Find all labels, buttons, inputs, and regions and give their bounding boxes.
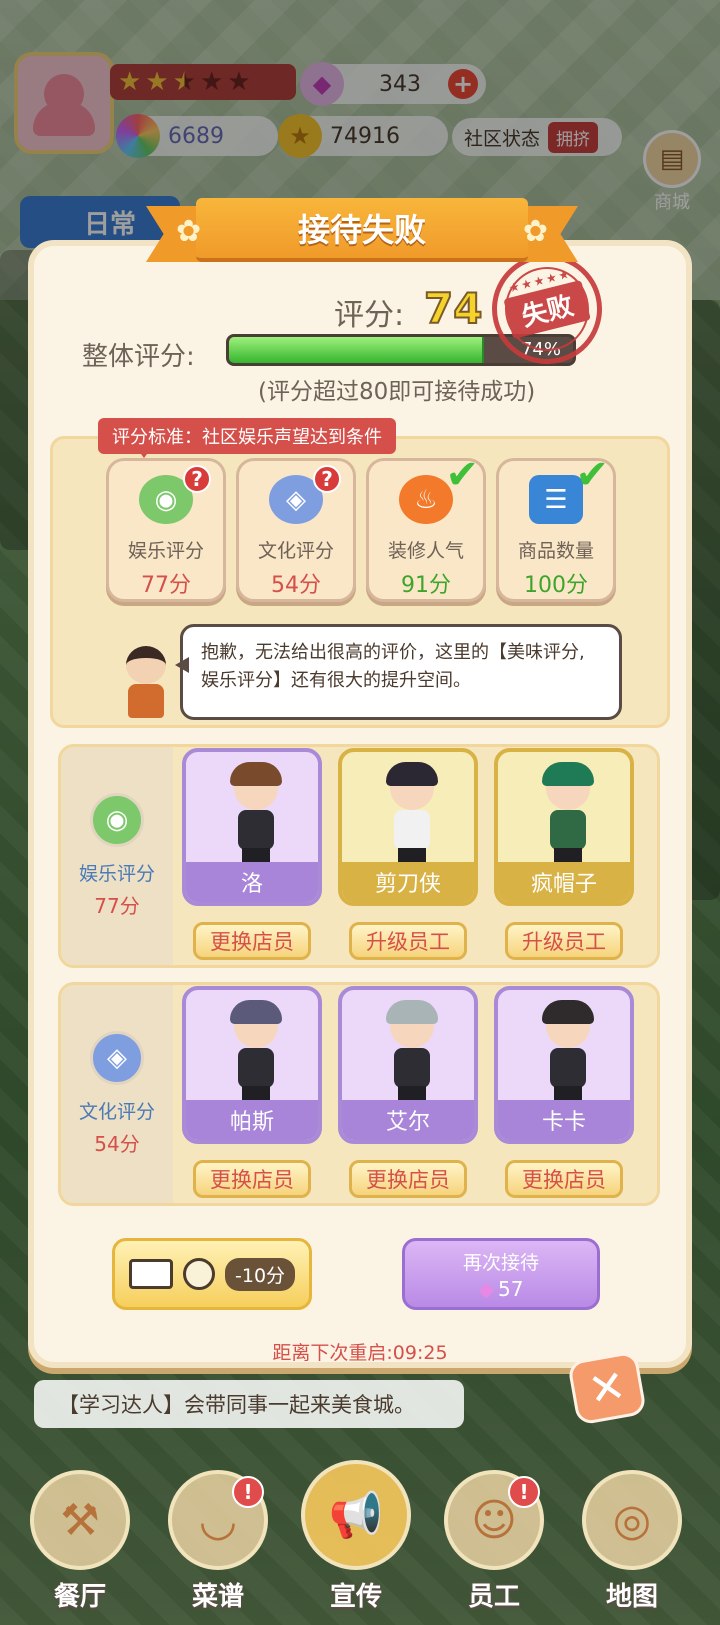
critic-speech-bubble: 抱歉，无法给出很高的评价，这里的【美味评分,娱乐评分】还有很大的提升空间。	[175, 624, 622, 720]
staff-avatar	[386, 1000, 438, 1102]
criteria-card-decoration[interactable]: ♨ 装修人气 91分 ✔	[366, 452, 486, 602]
criteria-points: 77分	[141, 573, 191, 598]
score-label: 评分:	[334, 298, 405, 333]
utensils-icon: ✿	[176, 214, 202, 249]
checkmark-icon: ✔	[445, 452, 479, 498]
critic-character	[118, 646, 174, 726]
graduation-cap-icon: ◈	[90, 1031, 144, 1085]
dialog-title: 接待失败	[297, 211, 426, 249]
gem-icon: ◆	[478, 1276, 494, 1301]
staff-card[interactable]: 剪刀侠	[338, 748, 478, 906]
video-icon	[129, 1259, 173, 1289]
question-icon[interactable]: ?	[313, 465, 341, 493]
criteria-card-products[interactable]: ☰ 商品数量 100分 ✔	[496, 452, 616, 602]
gamepad-icon: ◉	[90, 793, 144, 847]
criteria-name: 商品数量	[517, 540, 594, 562]
staff-avatar	[230, 1000, 282, 1102]
bottom-nav: ⚒ 餐厅 ◡ ! 菜谱 📢 宣传 ☺ ! 员工 ◎ 地图	[0, 1460, 720, 1625]
staff-card[interactable]: 艾尔	[338, 986, 478, 1144]
restaurant-icon: ⚒	[30, 1470, 130, 1570]
nav-label: 餐厅	[53, 1582, 106, 1612]
map-icon: ◎	[582, 1470, 682, 1570]
criteria-points: 91分	[401, 573, 451, 598]
pass-hint: (评分超过80即可接待成功)	[258, 379, 536, 405]
nav-staff[interactable]: ☺ ! 员工	[434, 1470, 554, 1625]
close-button[interactable]: ✕	[566, 1350, 648, 1426]
nav-label: 宣传	[329, 1582, 382, 1612]
staff-avatar	[542, 1000, 594, 1102]
retry-label: 再次接待	[462, 1251, 539, 1274]
nav-label: 员工	[467, 1582, 520, 1612]
criteria-points: 100分	[524, 573, 588, 598]
overall-score-label: 整体评分:	[82, 342, 195, 372]
stopwatch-icon	[183, 1258, 215, 1290]
overall-score-fill	[229, 337, 484, 363]
criteria-tooltip: 评分标准：社区娱乐声望达到条件	[98, 418, 396, 458]
time-reduction: -10分	[225, 1257, 296, 1291]
group-header: ◈ 文化评分 54分	[61, 985, 173, 1203]
group-name: 娱乐评分	[78, 863, 155, 885]
group-points: 77分	[94, 894, 140, 918]
nav-restaurant[interactable]: ⚒ 餐厅	[20, 1470, 140, 1625]
close-icon: ✕	[584, 1359, 630, 1417]
retry-cost: 57	[497, 1276, 524, 1301]
alert-icon: !	[508, 1476, 540, 1508]
watch-ad-button[interactable]: -10分	[112, 1238, 312, 1310]
replace-staff-button[interactable]: 更换店员	[349, 1160, 467, 1198]
score-value: 74	[423, 283, 483, 334]
criteria-name: 文化评分	[257, 540, 334, 562]
upgrade-staff-button[interactable]: 升级员工	[349, 922, 467, 960]
utensils-icon: ✿	[522, 214, 548, 249]
question-icon[interactable]: ?	[183, 465, 211, 493]
group-header: ◉ 娱乐评分 77分	[61, 747, 173, 965]
group-name: 文化评分	[78, 1101, 155, 1123]
staff-name: 帕斯	[186, 1100, 318, 1140]
replace-staff-button[interactable]: 更换店员	[193, 1160, 311, 1198]
staff-avatar	[386, 762, 438, 864]
criteria-name: 装修人气	[387, 540, 464, 562]
criteria-points: 54分	[271, 573, 321, 598]
news-ticker: 【学习达人】会带同事一起来美食城。	[34, 1380, 464, 1428]
staff-name: 艾尔	[342, 1100, 474, 1140]
staff-avatar	[542, 762, 594, 864]
replace-staff-button[interactable]: 更换店员	[193, 922, 311, 960]
nav-label: 地图	[605, 1582, 658, 1612]
criteria-name: 娱乐评分	[127, 540, 204, 562]
staff-name: 洛	[186, 862, 318, 902]
staff-name: 疯帽子	[498, 862, 630, 902]
retry-reception-button[interactable]: 再次接待 ◆ 57	[402, 1238, 600, 1310]
nav-recipes[interactable]: ◡ ! 菜谱	[158, 1470, 278, 1625]
nav-promotion[interactable]: 📢 宣传	[296, 1460, 416, 1625]
criteria-card-entertainment[interactable]: ◉ 娱乐评分 77分 ?	[106, 458, 226, 602]
replace-staff-button[interactable]: 更换店员	[505, 1160, 623, 1198]
staff-name: 卡卡	[498, 1100, 630, 1140]
staff-avatar	[230, 762, 282, 864]
upgrade-staff-button[interactable]: 升级员工	[505, 922, 623, 960]
dialog-title-ribbon: 接待失败 ✿ ✿	[146, 198, 578, 268]
staff-card[interactable]: 帕斯	[182, 986, 322, 1144]
group-points: 54分	[94, 1132, 140, 1156]
alert-icon: !	[232, 1476, 264, 1508]
nav-label: 菜谱	[191, 1582, 244, 1612]
staff-name: 剪刀侠	[342, 862, 474, 902]
checkmark-icon: ✔	[575, 452, 609, 498]
staff-card[interactable]: 卡卡	[494, 986, 634, 1144]
nav-map[interactable]: ◎ 地图	[572, 1470, 692, 1625]
staff-card[interactable]: 疯帽子	[494, 748, 634, 906]
criteria-card-culture[interactable]: ◈ 文化评分 54分 ?	[236, 458, 356, 602]
megaphone-icon: 📢	[301, 1460, 411, 1570]
staff-card[interactable]: 洛	[182, 748, 322, 906]
